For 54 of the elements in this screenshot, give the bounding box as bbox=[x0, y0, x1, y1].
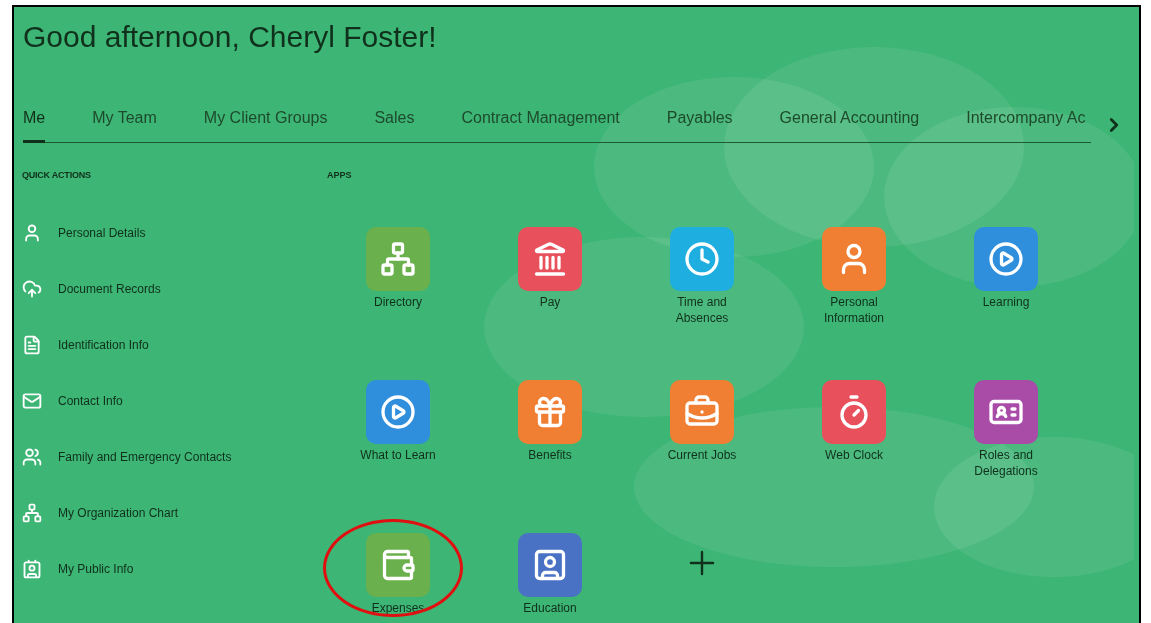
quick-action-link[interactable]: My Organization Chart bbox=[22, 502, 322, 523]
app-tile[interactable] bbox=[366, 532, 430, 597]
app-tile[interactable] bbox=[822, 226, 886, 291]
play-icon bbox=[988, 240, 1024, 277]
quick-action-link[interactable]: Family and Emergency Contacts bbox=[22, 446, 322, 467]
app-tile[interactable] bbox=[974, 226, 1038, 291]
tab[interactable]: My Team bbox=[92, 106, 157, 143]
app-tile[interactable] bbox=[518, 379, 582, 444]
people-icon bbox=[22, 446, 42, 467]
tab[interactable]: My Client Groups bbox=[203, 106, 328, 143]
app-label: Learning bbox=[981, 293, 1031, 310]
bank-icon bbox=[532, 240, 568, 277]
document-icon bbox=[22, 334, 42, 355]
quick-action-link[interactable]: Document Records bbox=[22, 278, 322, 299]
play-icon bbox=[380, 393, 416, 430]
app-tile[interactable] bbox=[822, 379, 886, 444]
app-label: Web Clock bbox=[824, 446, 884, 463]
tab[interactable]: Payables bbox=[666, 106, 733, 143]
tab[interactable]: Me bbox=[23, 106, 46, 143]
app-label: Benefits bbox=[527, 446, 573, 463]
tab[interactable]: General Accounting bbox=[779, 106, 920, 143]
app-tile[interactable] bbox=[366, 226, 430, 291]
app-label: Expenses bbox=[370, 599, 426, 616]
quick-action-link[interactable]: My Public Info bbox=[22, 558, 322, 579]
app-tile[interactable] bbox=[518, 226, 582, 291]
quick-action-link[interactable]: Identification Info bbox=[22, 334, 322, 355]
org-chart-icon bbox=[380, 240, 416, 277]
app-label: Education bbox=[522, 599, 578, 616]
tab[interactable]: Contract Management bbox=[461, 106, 620, 143]
app-label: Personal Information bbox=[823, 293, 885, 326]
cloud-icon bbox=[22, 278, 42, 299]
app-tile[interactable] bbox=[518, 532, 582, 597]
tab[interactable]: Sales bbox=[374, 106, 415, 143]
app-label: Pay bbox=[538, 293, 562, 310]
clock-icon bbox=[684, 240, 720, 277]
app-label: What to Learn bbox=[359, 446, 437, 463]
app-tile[interactable] bbox=[974, 379, 1038, 444]
person-icon bbox=[22, 222, 42, 243]
app-label: Current Jobs bbox=[666, 446, 738, 463]
tab[interactable]: Intercompany Ac bbox=[966, 106, 1086, 143]
quick-action-link[interactable]: Personal Details bbox=[22, 222, 322, 243]
greeting: Good afternoon, Cheryl Foster! bbox=[22, 19, 438, 55]
app-tile[interactable] bbox=[670, 379, 734, 444]
envelope-icon bbox=[22, 390, 42, 411]
app-label: Directory bbox=[373, 293, 423, 310]
app-label: Roles and Delegations bbox=[973, 446, 1039, 479]
section-heading: QUICK ACTIONS bbox=[22, 169, 92, 182]
quick-action-link[interactable]: Contact Info bbox=[22, 390, 322, 411]
badge-icon bbox=[22, 558, 42, 579]
section-heading: APPS bbox=[326, 169, 353, 182]
app-tile[interactable] bbox=[670, 226, 734, 291]
app-label: Time and Absences bbox=[674, 293, 730, 326]
org-chart-icon bbox=[22, 502, 42, 523]
app-tile[interactable] bbox=[366, 379, 430, 444]
